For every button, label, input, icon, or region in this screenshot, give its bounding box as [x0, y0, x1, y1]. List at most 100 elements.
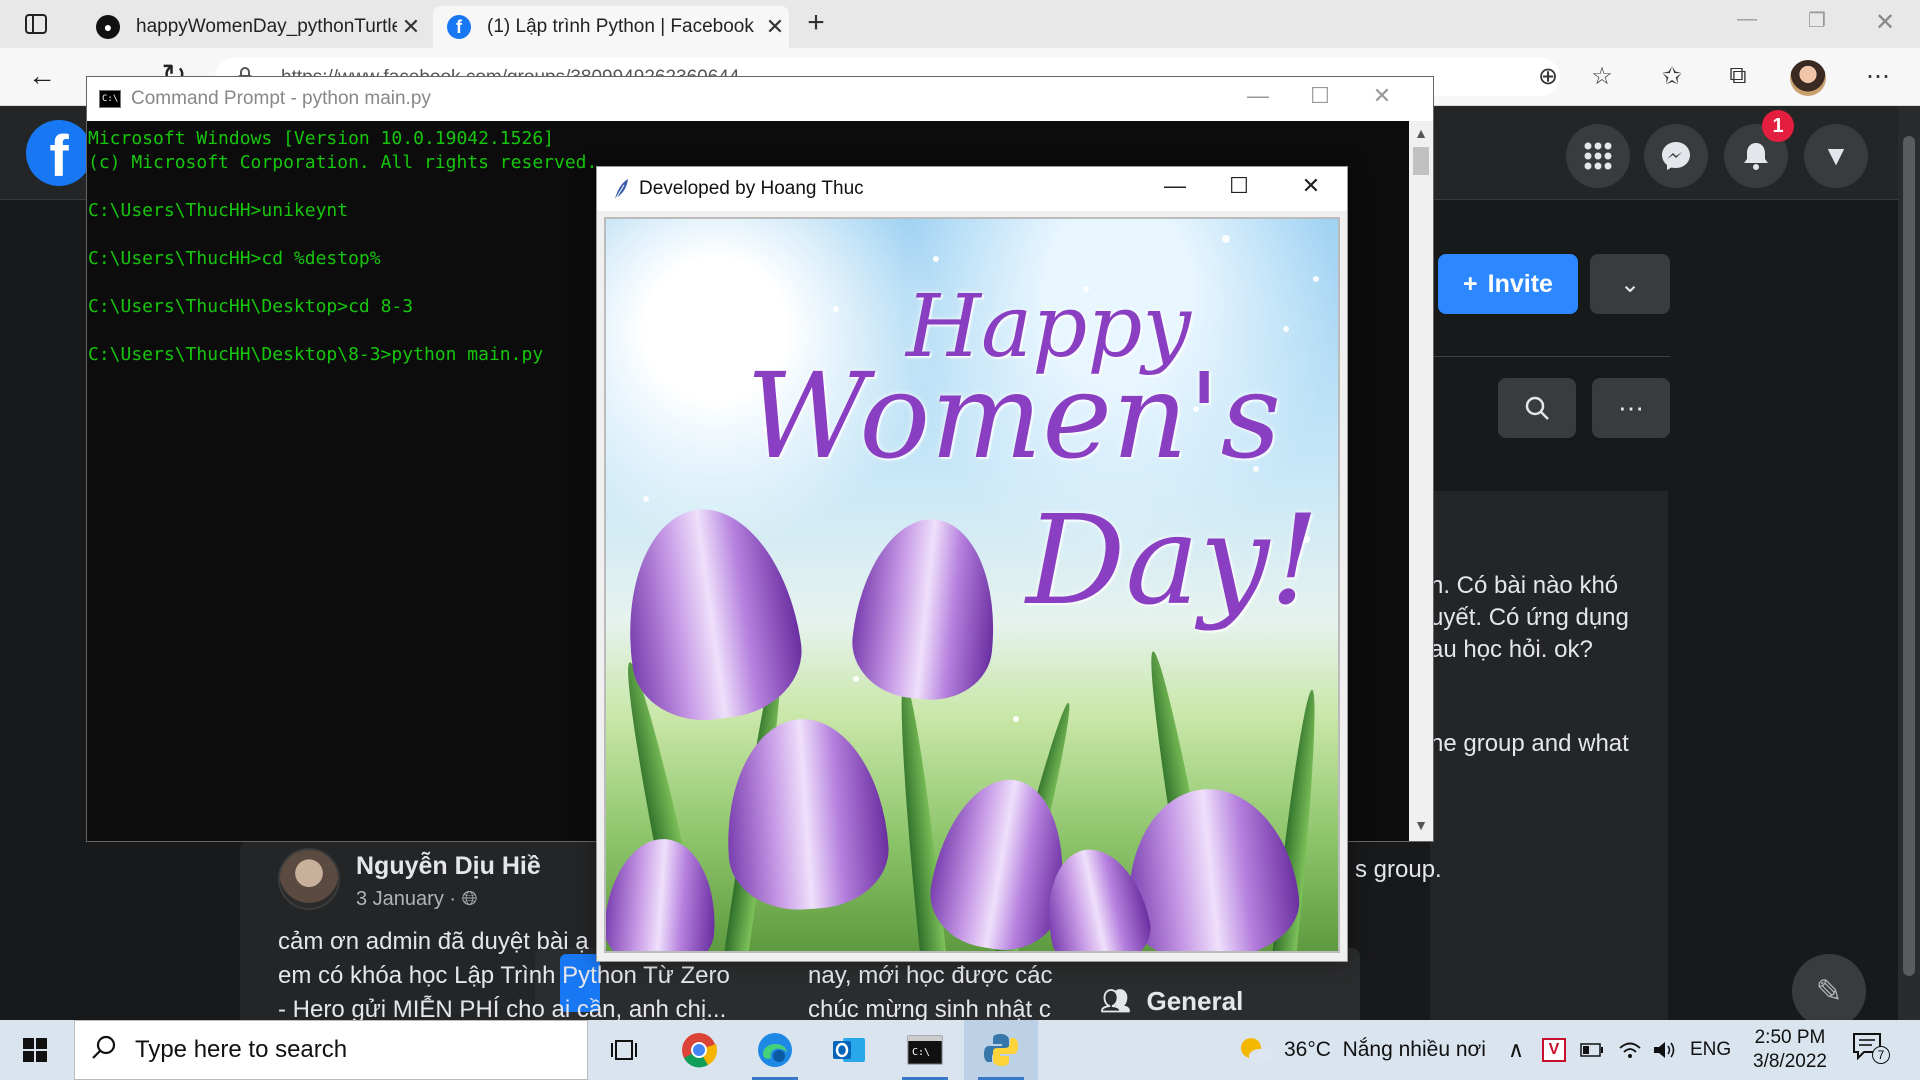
- notification-badge: 1: [1762, 110, 1794, 142]
- back-arrow-icon[interactable]: ←: [24, 61, 60, 93]
- about-text-line: s group.: [1355, 856, 1442, 883]
- cmd-window-title: Command Prompt - python main.py: [131, 88, 431, 109]
- new-message-edit-icon[interactable]: ✎: [1792, 954, 1866, 1028]
- outlook-icon[interactable]: [812, 1020, 886, 1080]
- plus-icon: +: [1463, 269, 1478, 298]
- cmd-scrollbar[interactable]: ▲ ▼: [1409, 121, 1433, 841]
- post-author-avatar[interactable]: [278, 848, 340, 910]
- svg-text:C:\: C:\: [912, 1047, 930, 1058]
- post-author-name[interactable]: Nguyễn Dịu Hiề: [356, 852, 541, 881]
- more-options-dropdown[interactable]: ⌄: [1590, 254, 1670, 314]
- more-icon[interactable]: ⋯: [1592, 378, 1670, 438]
- system-clock[interactable]: 2:50 PM 3/8/2022: [1740, 1026, 1840, 1074]
- tab-title: (1) Lập trình Python | Facebook: [487, 16, 754, 37]
- edge-icon[interactable]: [738, 1020, 812, 1080]
- taskbar-search-box[interactable]: Type here to search: [74, 1020, 588, 1080]
- general-label: General: [1146, 986, 1244, 1016]
- turtle-window-title: Developed by Hoang Thuc: [639, 178, 864, 199]
- windows-taskbar: Type here to search C:\ 36°C Nắng nhiều …: [0, 1020, 1920, 1080]
- new-tab-button[interactable]: +: [800, 8, 832, 40]
- weather-sun-cloud-icon: [1238, 1035, 1272, 1065]
- start-button[interactable]: [0, 1020, 70, 1080]
- browser-restore-button[interactable]: ❐: [1794, 8, 1840, 38]
- scroll-up-arrow-icon[interactable]: ▲: [1409, 125, 1433, 145]
- github-icon: ●: [96, 15, 120, 39]
- general-section-header[interactable]: 👥︎ General: [1100, 986, 1243, 1017]
- divider: [1430, 356, 1670, 357]
- tab-title: happyWomenDay_pythonTurtle/: [136, 16, 397, 37]
- account-dropdown-icon[interactable]: ▼: [1804, 124, 1868, 188]
- unikey-tray-icon[interactable]: V: [1542, 1020, 1566, 1080]
- command-prompt-icon[interactable]: C:\: [888, 1020, 962, 1080]
- scrollbar-thumb[interactable]: [1903, 136, 1915, 976]
- cmd-minimize-button[interactable]: —: [1235, 83, 1281, 115]
- scrollbar-thumb[interactable]: [1413, 147, 1429, 175]
- input-language[interactable]: ENG: [1690, 1020, 1731, 1080]
- chrome-icon[interactable]: [662, 1020, 736, 1080]
- facebook-logo-icon[interactable]: f: [26, 120, 92, 189]
- browser-close-button[interactable]: ✕: [1862, 8, 1908, 38]
- weather-widget[interactable]: 36°C Nắng nhiều nơi: [1238, 1020, 1486, 1080]
- search-icon: [91, 1034, 121, 1067]
- post-date-text: 3 January ·: [356, 888, 457, 910]
- menu-grid-icon[interactable]: [1566, 124, 1630, 188]
- turtle-titlebar[interactable]: Developed by Hoang Thuc — ☐ ✕: [597, 167, 1347, 211]
- wifi-icon[interactable]: [1618, 1020, 1642, 1080]
- action-center-count: 7: [1872, 1046, 1890, 1064]
- scroll-down-arrow-icon[interactable]: ▼: [1409, 817, 1433, 837]
- cmd-close-button[interactable]: ✕: [1359, 83, 1405, 115]
- greeting-line-day: Day!: [1026, 489, 1320, 633]
- python-icon[interactable]: [964, 1020, 1038, 1080]
- page-scrollbar[interactable]: [1898, 106, 1920, 1020]
- search-placeholder: Type here to search: [135, 1036, 348, 1063]
- profile-avatar[interactable]: [1790, 60, 1826, 96]
- add-favorite-icon[interactable]: ☆: [1586, 62, 1618, 94]
- browser-minimize-button[interactable]: —: [1724, 8, 1770, 38]
- turtle-maximize-button[interactable]: ☐: [1211, 173, 1267, 205]
- volume-icon[interactable]: [1652, 1020, 1676, 1080]
- womens-day-card-image: Happy Women's Day!: [604, 217, 1340, 953]
- clock-time: 2:50 PM: [1754, 1027, 1826, 1048]
- post-date: 3 January · 🌐︎: [356, 888, 478, 911]
- tab-actions-icon[interactable]: [14, 8, 58, 40]
- tab-facebook[interactable]: f (1) Lập trình Python | Facebook ✕: [433, 6, 789, 48]
- favorites-icon[interactable]: ✩: [1656, 62, 1688, 94]
- browser-tab-bar: ● happyWomenDay_pythonTurtle/ ✕ f (1) Lậ…: [0, 0, 1920, 48]
- weather-text: 36°C Nắng nhiều nơi: [1284, 1038, 1486, 1061]
- invite-button[interactable]: + Invite: [1438, 254, 1578, 314]
- cmd-titlebar[interactable]: C:\ Command Prompt - python main.py — ☐ …: [87, 77, 1433, 121]
- about-text-line: he group and what: [1430, 730, 1629, 757]
- post-text-line: cảm ơn admin đã duyệt bài ạ: [278, 928, 589, 955]
- action-center-icon[interactable]: 7: [1852, 1032, 1892, 1068]
- about-text-line: n. Có bài nào khó: [1430, 572, 1619, 599]
- cmd-app-icon: C:\: [99, 90, 121, 108]
- turtle-minimize-button[interactable]: —: [1147, 173, 1203, 205]
- task-view-icon[interactable]: [587, 1020, 661, 1080]
- tk-feather-icon: [614, 179, 628, 201]
- more-menu-icon[interactable]: ⋯: [1862, 62, 1894, 94]
- clock-date: 3/8/2022: [1753, 1051, 1827, 1072]
- globe-icon: 🌐︎: [461, 888, 478, 910]
- windows-logo-icon: [23, 1038, 47, 1062]
- members-icon: 👥︎: [1100, 988, 1131, 1015]
- greeting-line-womens: Women's: [746, 347, 1282, 485]
- invite-label: Invite: [1487, 269, 1553, 298]
- show-hidden-icons-chevron-icon[interactable]: ∧: [1508, 1020, 1524, 1080]
- tab-close-icon[interactable]: ✕: [397, 14, 425, 40]
- messenger-icon[interactable]: [1644, 124, 1708, 188]
- post-text-line: em có khóa học Lập Trình Python Từ Zero: [278, 962, 730, 989]
- battery-icon[interactable]: [1580, 1020, 1604, 1080]
- turtle-close-button[interactable]: ✕: [1283, 173, 1339, 205]
- console-line: Microsoft Windows [Version 10.0.19042.15…: [88, 128, 554, 149]
- cmd-maximize-button[interactable]: ☐: [1297, 83, 1343, 115]
- about-text-line: au học hỏi. ok?: [1430, 636, 1593, 663]
- turtle-graphics-window[interactable]: Developed by Hoang Thuc — ☐ ✕ Happy Wome…: [596, 166, 1348, 962]
- tab-github[interactable]: ● happyWomenDay_pythonTurtle/ ✕: [80, 6, 425, 48]
- search-icon[interactable]: [1498, 378, 1576, 438]
- tab-close-icon[interactable]: ✕: [761, 14, 789, 40]
- post-text-line: nay, mới học được các: [808, 962, 1053, 989]
- collections-icon[interactable]: ⧉: [1722, 62, 1754, 94]
- zoom-icon[interactable]: ⊕: [1532, 62, 1564, 94]
- facebook-icon: f: [447, 15, 471, 39]
- about-text-line: uyết. Có ứng dụng: [1430, 604, 1629, 631]
